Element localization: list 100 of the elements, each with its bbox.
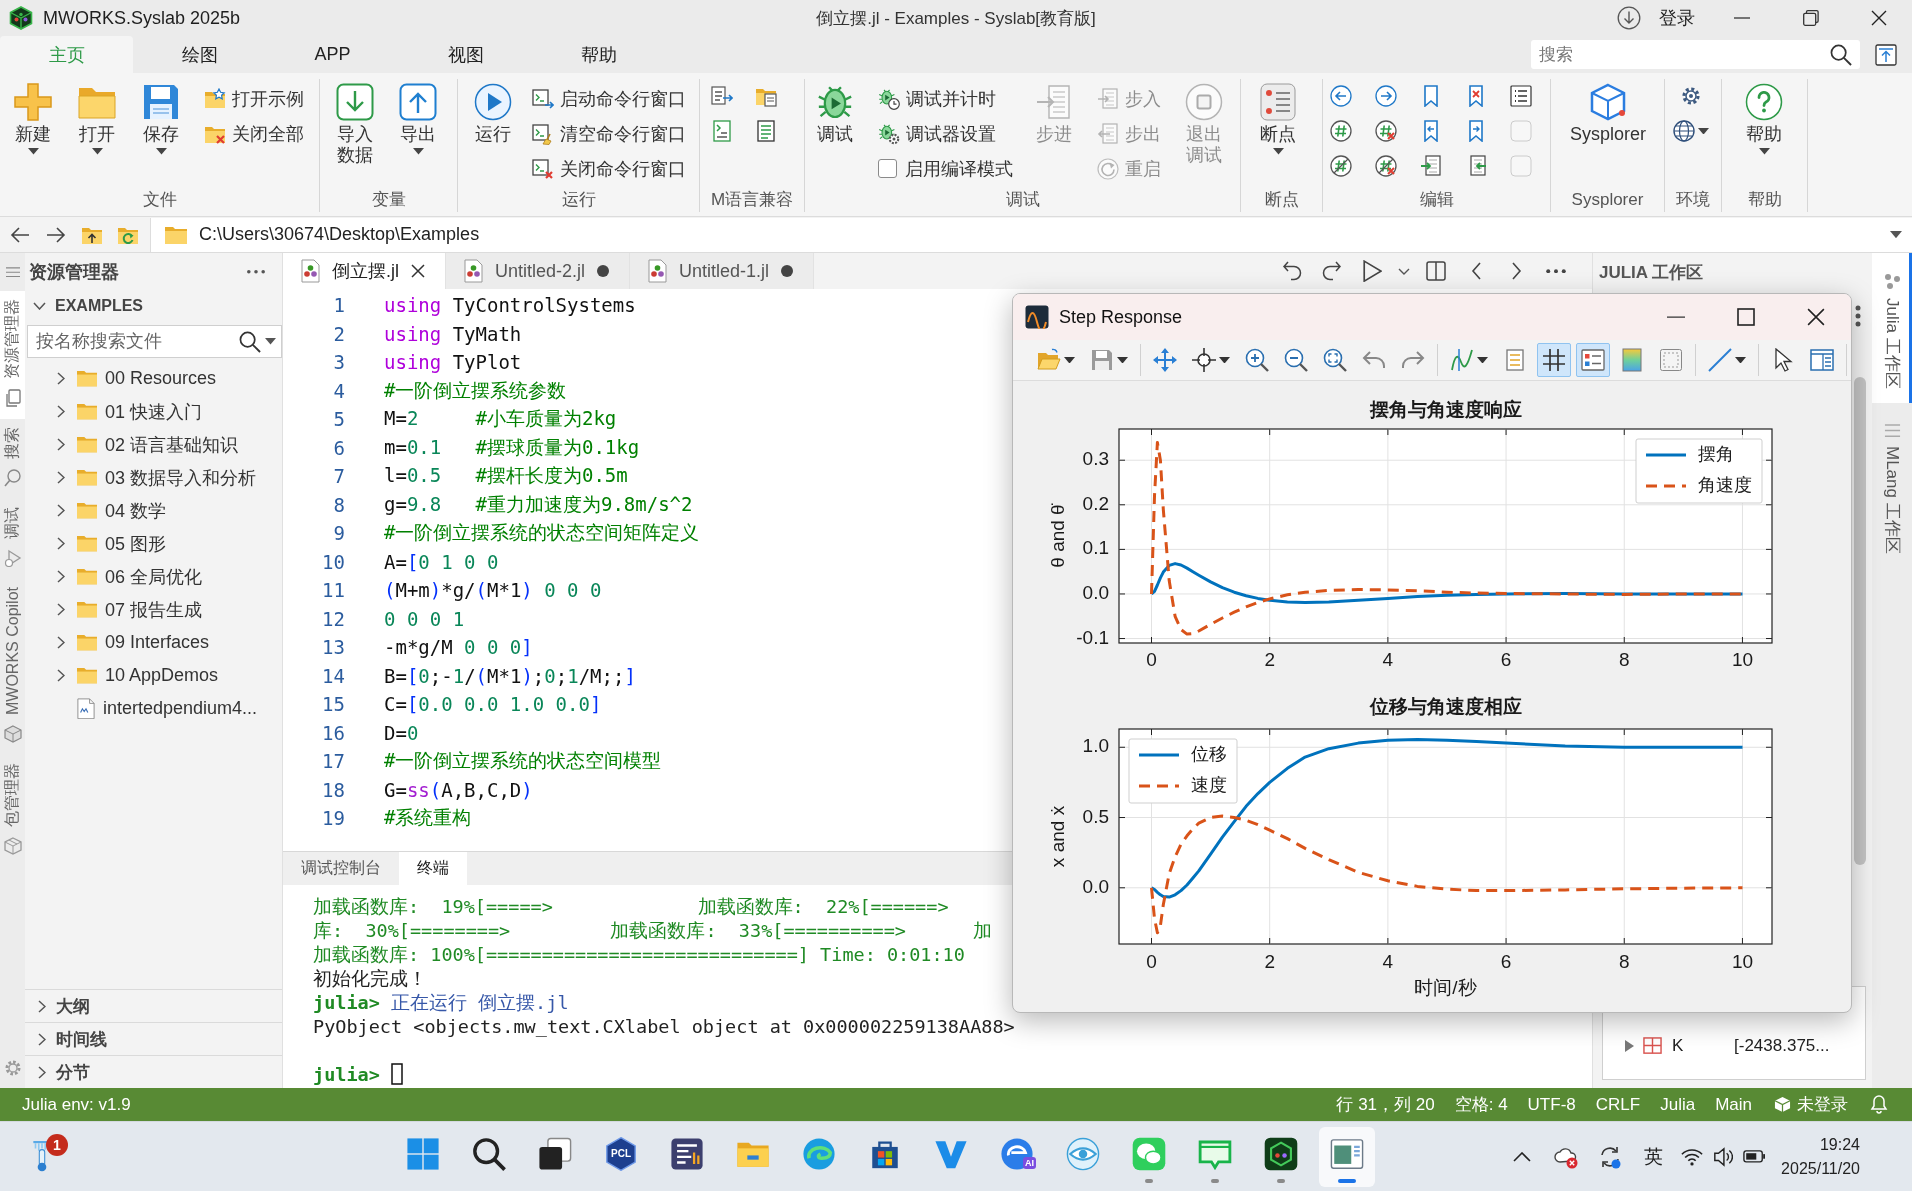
ribbon-small-button[interactable]: 清空命令行窗口: [530, 116, 688, 151]
activity-tab[interactable]: 调试: [0, 499, 25, 579]
redo-icon: [1322, 261, 1342, 281]
tree-item[interactable]: 02 语言基础知识: [25, 428, 282, 461]
ribbon-tab[interactable]: 绘图: [133, 36, 266, 73]
cube-icon: [1589, 83, 1627, 121]
tree-item[interactable]: 09 Interfaces: [25, 626, 282, 659]
ribbon-button[interactable]: 新建: [10, 81, 56, 155]
search-field[interactable]: 按名称搜索文件: [27, 325, 282, 358]
tree-item[interactable]: 03 数据导入和分析: [25, 461, 282, 494]
section-header[interactable]: EXAMPLES: [25, 291, 282, 321]
address-field[interactable]: C:\Users\30674\Desktop\Examples: [150, 217, 1912, 252]
status-item[interactable]: UTF-8: [1519, 1094, 1584, 1115]
account-button[interactable]: 未登录: [1764, 1093, 1862, 1116]
tree-item[interactable]: 07 报告生成: [25, 593, 282, 626]
ribbon-button[interactable]: 保存: [138, 81, 184, 155]
tree-item[interactable]: 04 数学: [25, 494, 282, 527]
ribbon-small-button[interactable]: 打开示例: [202, 81, 306, 116]
chevron-right-icon: [1510, 262, 1522, 280]
section-header[interactable]: 时间线: [25, 1022, 282, 1055]
ribbon-small-button[interactable]: 关闭命令行窗口: [530, 151, 688, 186]
four-squares-icon: [406, 1136, 440, 1171]
clock[interactable]: 19:24 2025/11/20: [1777, 1132, 1860, 1181]
checkbox[interactable]: [878, 159, 897, 178]
taskbar-app[interactable]: PCL: [593, 1126, 649, 1187]
tick-label: 0: [1146, 649, 1157, 670]
line-number: 5: [332, 408, 346, 431]
input-method-button[interactable]: 英: [1638, 1143, 1670, 1170]
status-item[interactable]: 空格: 4: [1446, 1093, 1516, 1116]
ribbon-button[interactable]: 导出: [395, 81, 441, 155]
taskbar-app[interactable]: AI: [989, 1126, 1045, 1187]
editor-tab[interactable]: 倒立摆.jl: [283, 253, 446, 289]
restore-icon: [1802, 10, 1819, 26]
legend-label: 角速度: [1698, 474, 1752, 495]
hexagon-icon: [604, 1136, 638, 1171]
blank-square-icon: [1510, 120, 1532, 142]
scrollbar-thumb[interactable]: [1854, 377, 1866, 865]
folder-icon: [77, 403, 97, 420]
ribbon-button[interactable]: 打开: [74, 81, 120, 155]
close-icon: [1807, 308, 1825, 326]
checkbox-label[interactable]: 启用编译模式: [905, 156, 1013, 181]
status-item[interactable]: 行 31，列 20: [1328, 1093, 1443, 1116]
status-item[interactable]: Julia: [1652, 1094, 1704, 1115]
tree-item[interactable]: 10 AppDemos: [25, 659, 282, 692]
ribbon-group-label: 帮助: [1746, 189, 1783, 211]
colored-dots-file-icon: [464, 259, 483, 283]
ribbon-button[interactable]: 调试: [812, 81, 858, 145]
tree-item[interactable]: 06 全局优化: [25, 560, 282, 593]
ribbon-group-label: 断点: [1263, 189, 1300, 211]
code-line: (M+m)*g/(M*1) 0 0 0: [384, 579, 602, 602]
caret-icon: [1117, 356, 1128, 364]
more-button[interactable]: [1855, 305, 1861, 327]
hash-slash-x-icon: [1375, 155, 1397, 177]
activity-tab[interactable]: 包管理器: [0, 755, 25, 868]
folder-icon: [77, 568, 97, 585]
login-button[interactable]: 登录: [1645, 0, 1707, 36]
axis-label: θ and θ̇: [1047, 504, 1068, 568]
triangle-right-icon[interactable]: [1624, 1040, 1634, 1052]
ribbon-small-button[interactable]: 调试器设置: [876, 116, 1013, 151]
ribbon-button[interactable]: 断点: [1255, 81, 1301, 155]
ribbon-tab[interactable]: APP: [266, 36, 399, 73]
caret-icon: [27, 148, 39, 155]
line-number: 12: [321, 607, 346, 630]
tree-item[interactable]: 00 Resources: [25, 362, 282, 395]
status-item[interactable]: Main: [1707, 1094, 1760, 1115]
activity-tab[interactable]: 资源管理器: [0, 291, 25, 419]
tree-item[interactable]: 01 快速入门: [25, 395, 282, 428]
editor-tab[interactable]: Untitled-2.jl: [446, 253, 631, 289]
panel-tab[interactable]: 终端: [399, 852, 467, 885]
activity-tab[interactable]: Julia 工作区: [1872, 253, 1912, 403]
ribbon-small-button[interactable]: 关闭全部: [202, 116, 306, 151]
line-number: 2: [332, 322, 346, 345]
activity-tab[interactable]: 搜索: [0, 419, 25, 499]
editor-tab[interactable]: Untitled-1.jl: [630, 253, 815, 289]
ribbon-tab[interactable]: 帮助: [532, 36, 665, 73]
toolbar-button[interactable]: [1537, 343, 1571, 377]
activity-tab[interactable]: MWORKS Copilot: [0, 579, 25, 756]
ribbon-button[interactable]: 导入数据: [332, 81, 378, 166]
panel-tab[interactable]: 调试控制台: [283, 852, 399, 885]
section-header[interactable]: 大纲: [25, 989, 282, 1022]
code-line: using TyControlSystems: [384, 294, 636, 317]
ribbon-button[interactable]: 帮助: [1741, 81, 1787, 155]
ribbon-button[interactable]: 运行: [470, 81, 516, 145]
tree-item[interactable]: 05 图形: [25, 527, 282, 560]
ribbon-small-button[interactable]: 启动命令行窗口: [530, 81, 688, 116]
ribbon-small-button[interactable]: 调试并计时: [876, 81, 1013, 116]
activity-tab[interactable]: MLang 工作区: [1872, 402, 1912, 568]
bug-clock-icon: [878, 87, 900, 110]
ribbon-tab[interactable]: 视图: [399, 36, 532, 73]
code-line: A=[0 1 0 0: [384, 550, 499, 573]
bell-icon: [1870, 1095, 1888, 1114]
bug-gear-icon: [878, 122, 900, 145]
ribbon-button[interactable]: Sysplorer: [1566, 81, 1651, 145]
environment-status[interactable]: Julia env: v1.9: [14, 1094, 139, 1115]
status-item[interactable]: CRLF: [1587, 1094, 1649, 1115]
tick-label: 4: [1382, 649, 1394, 670]
search-field[interactable]: 搜索: [1531, 40, 1860, 69]
tree-item[interactable]: intertedpendium4...: [25, 692, 282, 725]
arrow-out-of-document-icon: [1097, 122, 1119, 145]
folder-icon: [77, 370, 97, 387]
